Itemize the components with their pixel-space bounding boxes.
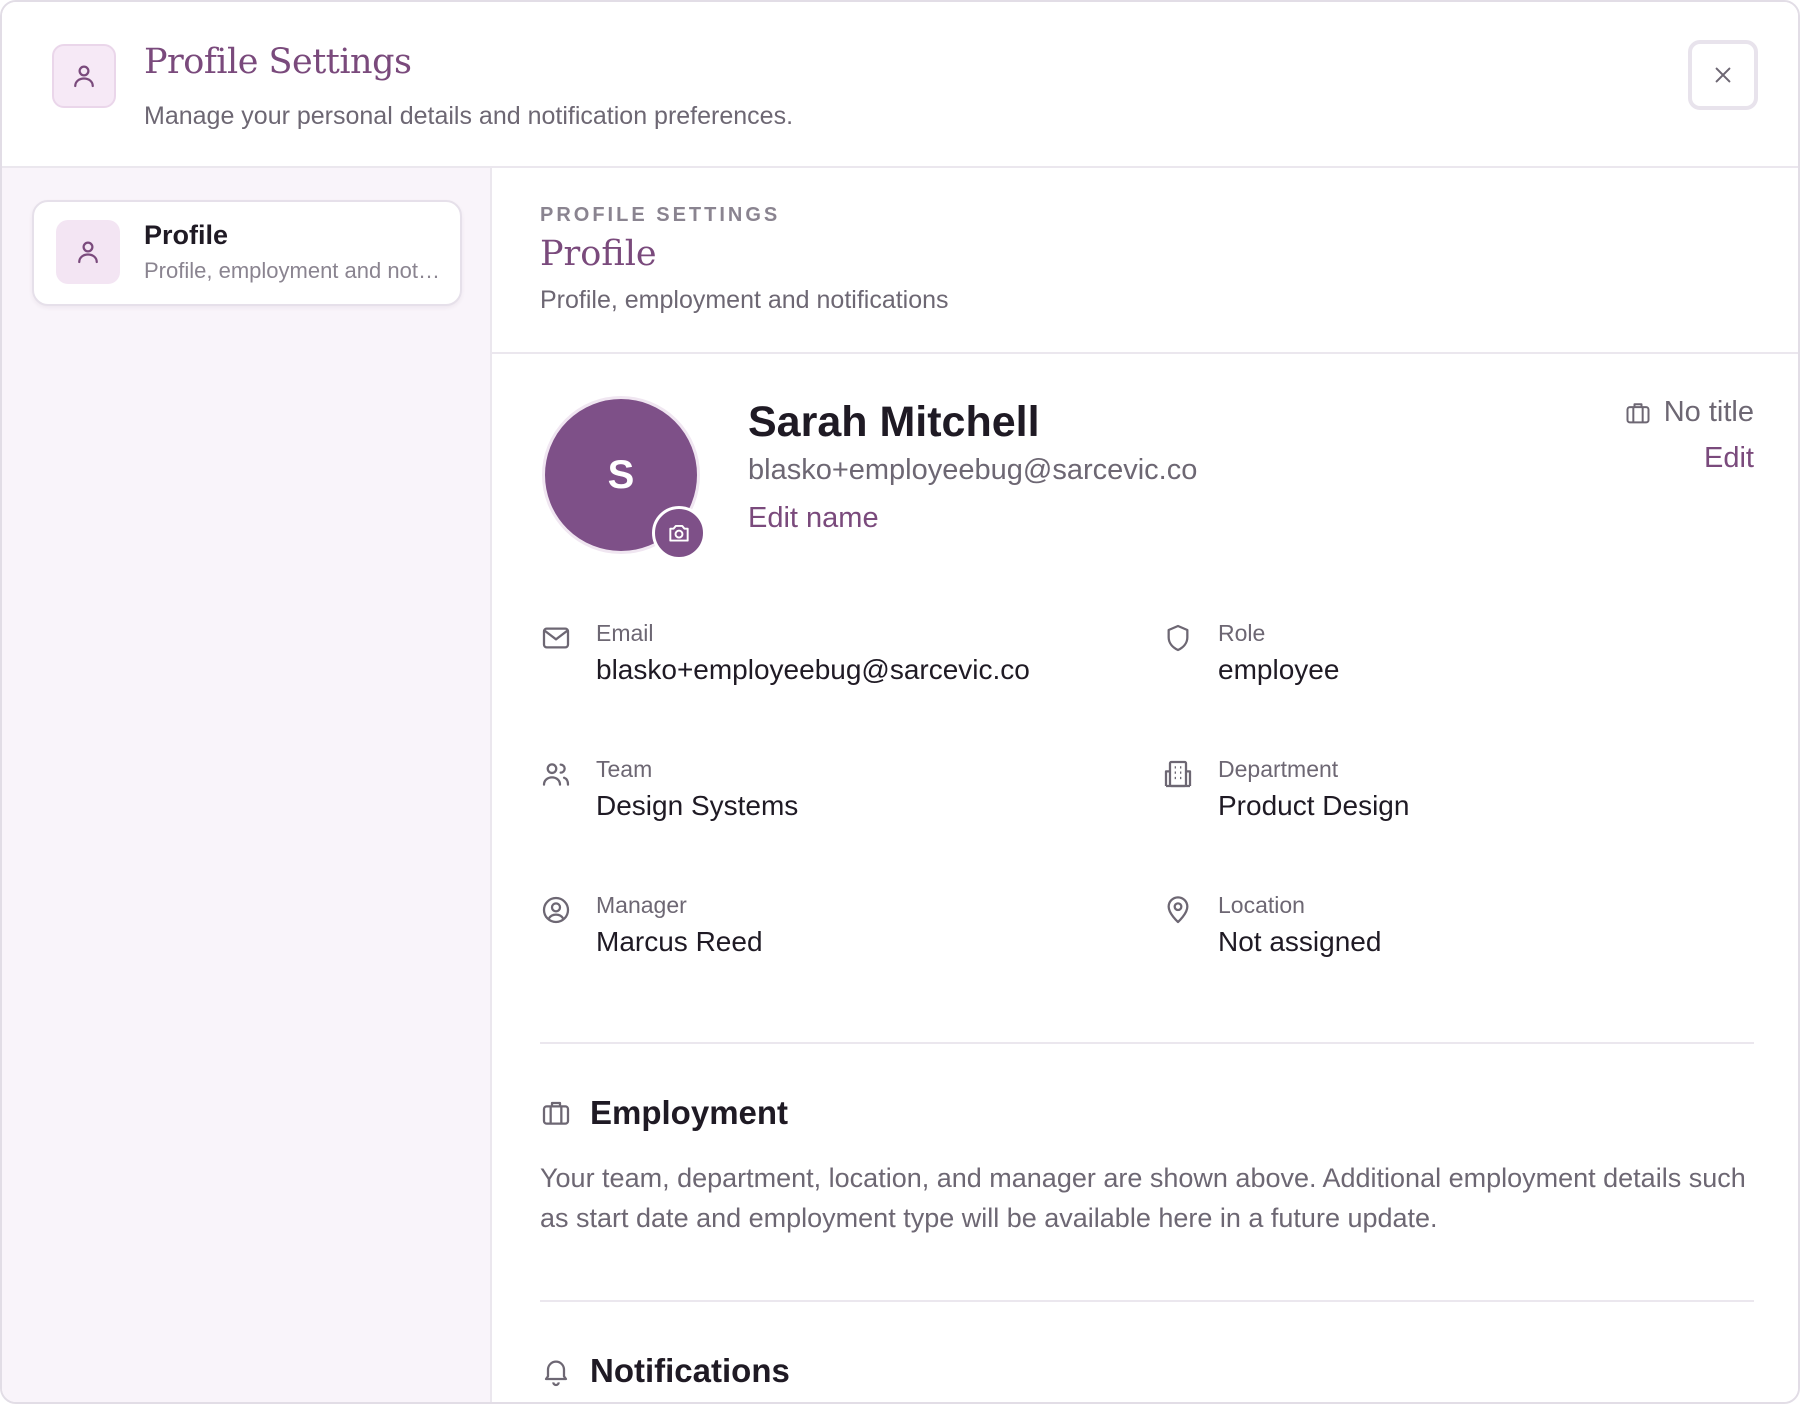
edit-name-link[interactable]: Edit name — [748, 502, 879, 535]
modal-subtitle: Manage your personal details and notific… — [144, 102, 794, 130]
user-circle-icon — [540, 894, 572, 926]
notifications-header: Notifications — [540, 1352, 790, 1390]
user-email: blasko+employeebug@sarcevic.co — [748, 454, 1198, 486]
info-location: Location Not assigned — [1162, 892, 1722, 974]
divider — [540, 1042, 1754, 1044]
info-label: Department — [1218, 756, 1339, 782]
section-header: PROFILE SETTINGS Profile Profile, employ… — [492, 168, 1798, 354]
users-icon — [540, 758, 572, 790]
info-value: Not assigned — [1218, 926, 1382, 957]
sidebar-item-label: Profile — [144, 220, 229, 250]
edit-title-link[interactable]: Edit — [1704, 442, 1754, 475]
close-icon — [1712, 64, 1734, 86]
info-team: Team Design Systems — [540, 756, 1100, 838]
user-name: Sarah Mitchell — [748, 398, 1040, 446]
divider — [540, 1300, 1754, 1302]
briefcase-icon — [540, 1097, 572, 1129]
mail-icon — [540, 622, 572, 654]
section-description: Profile, employment and notifications — [540, 286, 949, 314]
info-manager: Manager Marcus Reed — [540, 892, 1100, 974]
modal-title: Profile Settings — [144, 42, 412, 82]
employment-text: Your team, department, location, and man… — [540, 1163, 1746, 1233]
bell-icon — [540, 1355, 572, 1387]
shield-icon — [1162, 622, 1194, 654]
briefcase-icon — [1624, 399, 1652, 427]
info-label: Location — [1218, 892, 1305, 918]
close-button[interactable] — [1688, 40, 1758, 110]
avatar-initial: S — [607, 452, 635, 497]
info-role: Role employee — [1162, 620, 1722, 702]
job-title: No title — [1624, 396, 1754, 429]
info-value: employee — [1218, 654, 1340, 685]
info-label: Role — [1218, 620, 1266, 646]
section-eyebrow: PROFILE SETTINGS — [540, 204, 781, 226]
sidebar-item-description: Profile, employment and notifications — [144, 258, 444, 283]
sidebar: Profile Profile, employment and notifica… — [2, 168, 492, 1402]
camera-icon — [666, 520, 692, 546]
employment-title: Employment — [590, 1094, 789, 1131]
building-icon — [1162, 758, 1194, 790]
info-label: Team — [596, 756, 653, 782]
job-title-value: No title — [1663, 396, 1754, 428]
section-title: Profile — [540, 234, 657, 274]
info-value: Product Design — [1218, 790, 1410, 821]
info-value: Marcus Reed — [596, 926, 763, 957]
info-label: Email — [596, 620, 654, 646]
notifications-title: Notifications — [590, 1352, 790, 1389]
employment-header: Employment — [540, 1094, 788, 1132]
sidebar-item-profile[interactable]: Profile Profile, employment and notifica… — [32, 200, 462, 306]
info-value: Design Systems — [596, 790, 799, 821]
main-content: PROFILE SETTINGS Profile Profile, employ… — [492, 168, 1798, 1402]
info-value: blasko+employeebug@sarcevic.co — [596, 654, 1030, 685]
info-label: Manager — [596, 892, 687, 918]
profile-settings-modal: Profile Settings Manage your personal de… — [0, 0, 1800, 1404]
info-email: Email blasko+employeebug@sarcevic.co — [540, 620, 1100, 702]
user-icon — [52, 44, 116, 108]
change-photo-button[interactable] — [652, 506, 706, 560]
user-icon — [56, 220, 120, 284]
modal-header: Profile Settings Manage your personal de… — [2, 2, 1798, 168]
map-pin-icon — [1162, 894, 1194, 926]
info-department: Department Product Design — [1162, 756, 1722, 838]
